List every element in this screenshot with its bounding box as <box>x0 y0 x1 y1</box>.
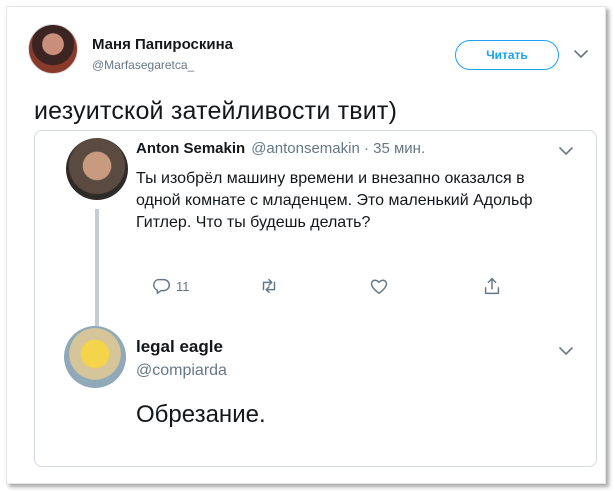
retweet-action[interactable] <box>258 274 280 298</box>
reply-author-handle[interactable]: @compiarda <box>136 362 227 380</box>
reply-count: 11 <box>176 278 190 294</box>
author-handle[interactable]: @Marfasegaretca_ <box>92 58 194 72</box>
reply-action[interactable]: 11 <box>150 274 190 298</box>
reply-text: Ты изобрёл машину времени и внезапно ока… <box>136 170 533 231</box>
tweet-text: иезуитской затейливости твит) <box>34 97 398 125</box>
tweet-actions: 11 <box>0 274 615 298</box>
like-action[interactable] <box>368 274 390 298</box>
chevron-down-icon[interactable] <box>558 143 574 159</box>
reply-text: Обрезание. <box>136 401 266 428</box>
avatar[interactable] <box>28 24 78 74</box>
follow-button[interactable]: Читать <box>455 40 559 70</box>
reply-avatar[interactable] <box>64 326 126 388</box>
author-name[interactable]: Маня Папироскина <box>92 36 233 53</box>
reply-avatar[interactable] <box>66 138 128 200</box>
reply-icon <box>153 278 170 295</box>
retweet-icon <box>262 278 276 294</box>
like-icon <box>370 279 388 295</box>
reply-author-row: Anton Semakin @antonsemakin · 35 мин. <box>136 140 425 157</box>
share-action[interactable] <box>481 274 503 298</box>
reply-author-meta[interactable]: @antonsemakin · 35 мин. <box>251 140 425 157</box>
reply-author-name[interactable]: Anton Semakin <box>136 140 245 157</box>
chevron-down-icon[interactable] <box>573 46 589 62</box>
reply-author-name[interactable]: legal eagle <box>136 337 223 357</box>
chevron-down-icon[interactable] <box>558 343 574 359</box>
thread-connector <box>95 209 99 326</box>
share-icon <box>484 277 500 295</box>
